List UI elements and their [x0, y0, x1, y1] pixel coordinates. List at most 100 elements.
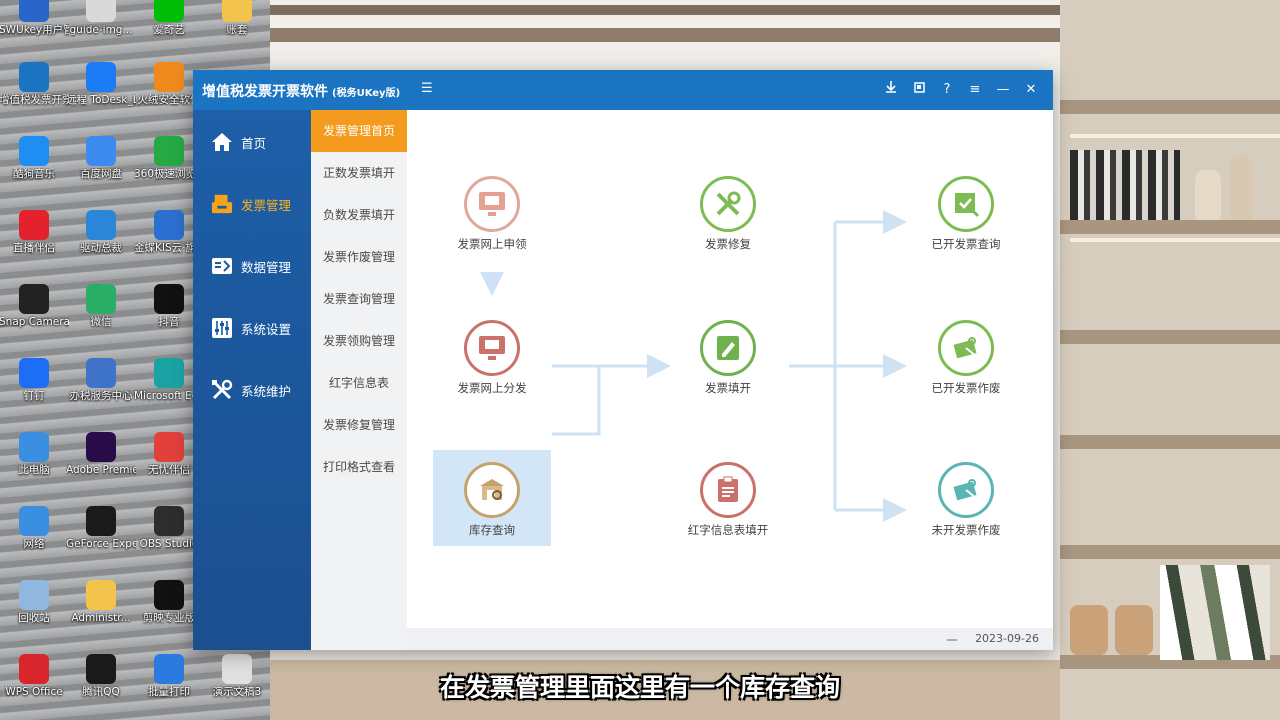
desktop-shortcut-label: 直播伴侣 [13, 242, 55, 254]
desktop-shortcut[interactable]: 办税服务中心 [66, 358, 136, 403]
flow-node-issued-void[interactable]: 已开发票作废 [911, 320, 1021, 396]
settings-sliders-icon [211, 317, 233, 339]
window-controls: ? ≡ — ✕ [877, 78, 1045, 102]
sub-item-void-management[interactable]: 发票作废管理 [311, 236, 407, 278]
desktop-shortcut[interactable]: guide-img... [66, 0, 136, 37]
flow-node-unissued-void[interactable]: 未开发票作废 [911, 462, 1021, 538]
primary-sidebar: 首页 发票管理 数据管理 系统设置 系统维护 [193, 110, 311, 650]
desktop-shortcut[interactable]: 百度网盘 [66, 136, 136, 181]
collapse-menu-icon[interactable]: ☰ [421, 82, 435, 96]
desktop-shortcut[interactable]: 网络 [0, 506, 69, 551]
sub-item-positive-invoice[interactable]: 正数发票填开 [311, 152, 407, 194]
flow-node-red-info-form[interactable]: 红字信息表填开 [673, 462, 783, 538]
shelf [1060, 220, 1280, 234]
desktop-shortcut[interactable]: Administr... [66, 580, 136, 625]
jar-decoration [1070, 605, 1108, 655]
recycle-bin-icon [19, 580, 49, 610]
nav-item-data-management[interactable]: 数据管理 [193, 246, 311, 286]
minimize-icon[interactable]: — [989, 78, 1017, 102]
desktop-shortcut[interactable]: Snap Camera [0, 284, 69, 329]
books-decoration [1160, 565, 1270, 660]
issued-void-icon [938, 320, 994, 376]
sub-item-purchase-management[interactable]: 发票领购管理 [311, 320, 407, 362]
shelf [1060, 435, 1280, 449]
shelf [1060, 545, 1280, 559]
desktop-shortcut-label: 办税服务中心 [69, 390, 133, 402]
desktop-shortcut-label: 爱奇艺 [153, 24, 185, 36]
jar-decoration [1115, 605, 1153, 655]
user-folder-icon [86, 580, 116, 610]
desktop-shortcut[interactable]: 酷狗音乐 [0, 136, 69, 181]
flow-node-invoice-fill[interactable]: 发票填开 [673, 320, 783, 396]
shelf [1060, 100, 1280, 114]
sub-item-negative-invoice[interactable]: 负数发票填开 [311, 194, 407, 236]
shelf-light [1070, 238, 1280, 242]
flow-node-label: 发票修复 [705, 237, 751, 251]
flow-node-online-apply[interactable]: 发票网上申领 [437, 176, 547, 252]
desktop-shortcut-label: 百度网盘 [80, 168, 122, 180]
desktop-shortcut-label: 驱动总裁 [80, 242, 122, 254]
desktop-shortcut-label: 酷狗音乐 [13, 168, 55, 180]
desktop-shortcut[interactable]: GeForce Experience [66, 506, 136, 551]
sub-item-invoice-home[interactable]: 发票管理首页 [311, 110, 407, 152]
desktop-shortcut[interactable]: 钉钉 [0, 358, 69, 403]
flow-node-issued-query[interactable]: 已开发票查询 [911, 176, 1021, 252]
capcut-icon [154, 580, 184, 610]
nav-item-home[interactable]: 首页 [193, 122, 311, 162]
help-icon[interactable]: ? [933, 78, 961, 102]
desktop-shortcut[interactable]: 直播伴侣 [0, 210, 69, 255]
nav-item-invoice-management[interactable]: 发票管理 [193, 184, 311, 224]
kugou-icon [19, 136, 49, 166]
desktop-shortcut[interactable]: 增值税发票开票软件（税... [0, 62, 69, 107]
desktop-shortcut-label: 微信 [90, 316, 112, 328]
wechat-icon [86, 284, 116, 314]
red-info-form-icon [700, 462, 756, 518]
desktop-shortcut[interactable]: 远程 ToDesk_Lite [66, 62, 136, 107]
close-icon[interactable]: ✕ [1017, 78, 1045, 102]
issued-query-icon [938, 176, 994, 232]
desktop-shortcut-label: guide-img... [69, 24, 133, 36]
desktop-shortcut[interactable]: 账套 [202, 0, 272, 37]
data-management-icon [211, 255, 233, 277]
online-apply-icon [464, 176, 520, 232]
sub-item-repair-management[interactable]: 发票修复管理 [311, 404, 407, 446]
sub-item-red-info-form[interactable]: 红字信息表 [311, 362, 407, 404]
status-bar: 2023-09-26 [407, 628, 1053, 650]
invoice-app-window: 增值税发票开票软件 (税务UKey版) ☰ ? ≡ — ✕ 首页 发票管理 数据… [193, 70, 1053, 650]
flow-node-invoice-repair[interactable]: 发票修复 [673, 176, 783, 252]
desktop-shortcut[interactable]: 此电脑 [0, 432, 69, 477]
desktop-shortcut[interactable]: 微信 [66, 284, 136, 329]
image-file-icon [86, 0, 116, 22]
todesk-icon [86, 62, 116, 92]
desktop-shortcut[interactable]: SWUkey用户管理工具 [0, 0, 69, 37]
desktop-shortcut[interactable]: Adobe Premie... [66, 432, 136, 477]
flow-node-label: 已开发票查询 [931, 237, 1001, 251]
sub-item-print-format[interactable]: 打印格式查看 [311, 446, 407, 488]
flow-node-inventory-query[interactable]: 库存查询 [433, 450, 551, 546]
invoice-repair-icon [700, 176, 756, 232]
nav-item-system-maintenance[interactable]: 系统维护 [193, 370, 311, 410]
restore-icon[interactable] [905, 78, 933, 102]
dingtalk-icon [19, 358, 49, 388]
desktop-shortcut[interactable]: 驱动总裁 [66, 210, 136, 255]
home-icon [211, 131, 233, 153]
desktop-shortcut[interactable]: 爱奇艺 [134, 0, 204, 37]
sub-item-query-management[interactable]: 发票查询管理 [311, 278, 407, 320]
huorong-icon [154, 62, 184, 92]
tax-service-icon [86, 358, 116, 388]
download-icon[interactable] [877, 78, 905, 102]
desktop-shortcut[interactable]: 回收站 [0, 580, 69, 625]
live-companion-icon [19, 210, 49, 240]
menu-icon[interactable]: ≡ [961, 78, 989, 102]
invoice-drawer-icon [211, 193, 233, 215]
invoice-app-icon [19, 62, 49, 92]
flow-node-online-distribute[interactable]: 发票网上分发 [437, 320, 547, 396]
nav-item-system-settings[interactable]: 系统设置 [193, 308, 311, 348]
video-subtitle: 在发票管理里面这里有一个库存查询 [439, 673, 840, 702]
books-decoration [1070, 150, 1180, 220]
app-title-subtext: (税务UKey版) [332, 88, 401, 99]
flow-node-label: 未开发票作废 [931, 523, 1001, 537]
wifi-icon [947, 633, 957, 641]
iqiyi-icon [154, 0, 184, 22]
title-bar[interactable]: 增值税发票开票软件 (税务UKey版) ☰ ? ≡ — ✕ [193, 70, 1053, 110]
